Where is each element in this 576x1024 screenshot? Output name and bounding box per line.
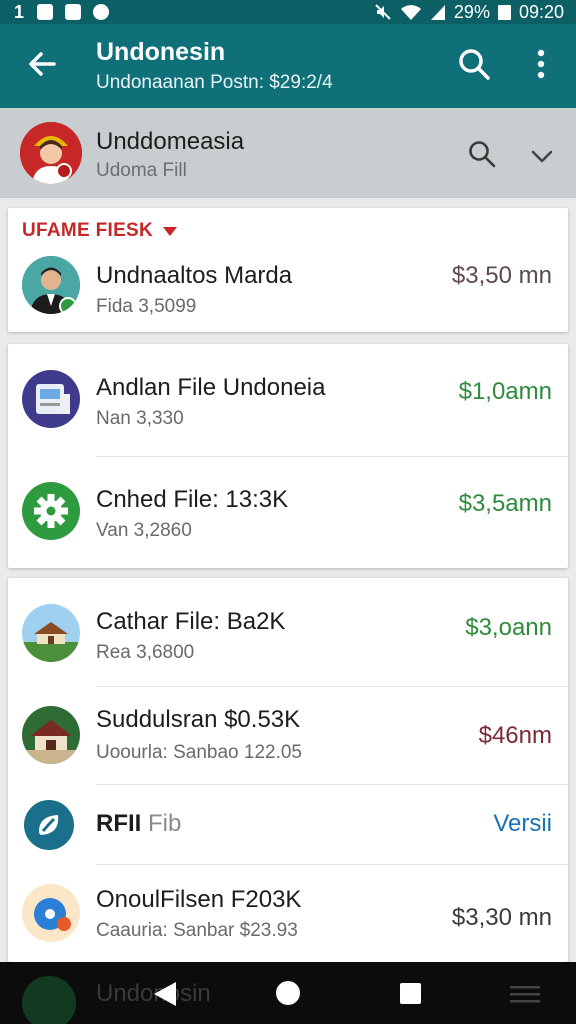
list-item[interactable]: Suddulsran $0.53K Uoourla: Sanbao 122.05…	[8, 686, 568, 784]
item-subtitle: Rea 3,6800	[96, 642, 195, 663]
peek-avatar	[22, 976, 76, 1024]
message-icon	[64, 4, 81, 20]
app-subtitle: Undonaanan Postn: $29:2/4	[96, 72, 333, 93]
nav-back-icon[interactable]	[152, 980, 178, 1008]
list-item[interactable]: OnoulFilsen F203K Caauria: Sanbar $23.93…	[8, 864, 568, 962]
list-item[interactable]: Undnaaltos Marda Fida 3,5099 $3,50 mn	[8, 252, 568, 332]
item-amount: $3,5amn	[458, 490, 552, 517]
status-left-text: 1	[14, 1, 25, 22]
list-item[interactable]: Cathar File: Ba2K Rea 3,6800 $3,oann	[8, 578, 568, 686]
version-link[interactable]: Versii	[493, 810, 552, 838]
signal-icon	[430, 5, 445, 20]
item-subtitle: Nan 3,330	[96, 408, 184, 429]
temple-icon	[22, 706, 80, 764]
document-machine-icon	[22, 370, 80, 428]
mute-icon	[375, 4, 391, 20]
profile-subtitle: Udoma Fill	[96, 160, 187, 181]
item-amount: $3,30 mn	[451, 904, 552, 931]
section-card: UFAME FIESK Undnaaltos Marda Fida 3,5099…	[8, 208, 568, 332]
list-item[interactable]: Andlan File Undoneia Nan 3,330 $1,0amn	[8, 344, 568, 456]
item-title: OnoulFilsen F203K	[96, 886, 302, 913]
nav-home-icon[interactable]	[276, 981, 300, 1005]
list-item[interactable]: RFII Fib Versii	[8, 784, 568, 864]
item-title: Andlan File Undoneia	[96, 374, 326, 401]
rfii-light-label: Fib	[148, 810, 182, 837]
battery-percent: 29%	[453, 1, 490, 22]
leaf-icon	[24, 800, 74, 850]
item-amount: $3,50 mn	[451, 262, 552, 289]
notification-icon	[36, 4, 53, 20]
wifi-icon	[400, 5, 421, 20]
house-landscape-icon	[22, 604, 80, 662]
clock: 09:20	[518, 1, 564, 22]
section-header[interactable]: UFAME FIESK	[22, 220, 178, 242]
section-card: Cathar File: Ba2K Rea 3,6800 $3,oann Sud…	[8, 578, 568, 962]
dropdown-triangle-icon	[163, 226, 178, 236]
rfii-bold-label: RFII	[96, 810, 142, 837]
music-disc-icon	[22, 884, 80, 942]
section-card: Andlan File Undoneia Nan 3,330 $1,0amn C…	[8, 344, 568, 568]
item-subtitle: Uoourla: Sanbao 122.05	[96, 742, 302, 763]
section-header-label: UFAME FIESK	[22, 220, 154, 241]
profile-avatar[interactable]	[20, 122, 82, 184]
search-icon[interactable]	[456, 46, 492, 82]
item-title: Cnhed File: 13:3K	[96, 486, 289, 513]
item-title: Cathar File: Ba2K	[96, 608, 286, 635]
more-vert-icon[interactable]	[526, 46, 556, 82]
item-subtitle: Van 3,2860	[96, 520, 192, 541]
gear-icon	[22, 482, 80, 540]
item-subtitle: Caauria: Sanbar $23.93	[96, 920, 298, 941]
app-title: Undonesin	[96, 38, 226, 66]
item-title: Suddulsran $0.53K	[96, 706, 301, 733]
item-amount: $1,0amn	[458, 378, 552, 405]
item-amount: $46nm	[478, 722, 552, 749]
profile-header[interactable]: Unddomeasia Udoma Fill	[0, 108, 576, 198]
back-arrow-icon[interactable]	[24, 46, 60, 82]
item-subtitle: Fida 3,5099	[96, 296, 197, 317]
rfii-title: RFII Fib	[96, 810, 181, 838]
person-avatar-icon	[22, 256, 80, 314]
nav-recents-icon[interactable]	[400, 983, 421, 1004]
navigation-bar: Undonosin	[0, 962, 576, 1024]
app-notification-icon	[92, 4, 109, 20]
battery-icon	[497, 4, 511, 20]
item-amount: $3,oann	[465, 614, 552, 641]
list-item[interactable]: Cnhed File: 13:3K Van 3,2860 $3,5amn	[8, 456, 568, 568]
app-bar: Undonesin Undonaanan Postn: $29:2/4	[0, 24, 576, 108]
item-title: Undnaaltos Marda	[96, 262, 293, 289]
chevron-down-icon[interactable]	[528, 142, 556, 170]
status-bar: 1 29% 09:20	[0, 0, 576, 24]
nav-menu-icon[interactable]	[510, 984, 540, 1004]
search-icon[interactable]	[466, 138, 498, 170]
profile-name: Unddomeasia	[96, 128, 245, 155]
